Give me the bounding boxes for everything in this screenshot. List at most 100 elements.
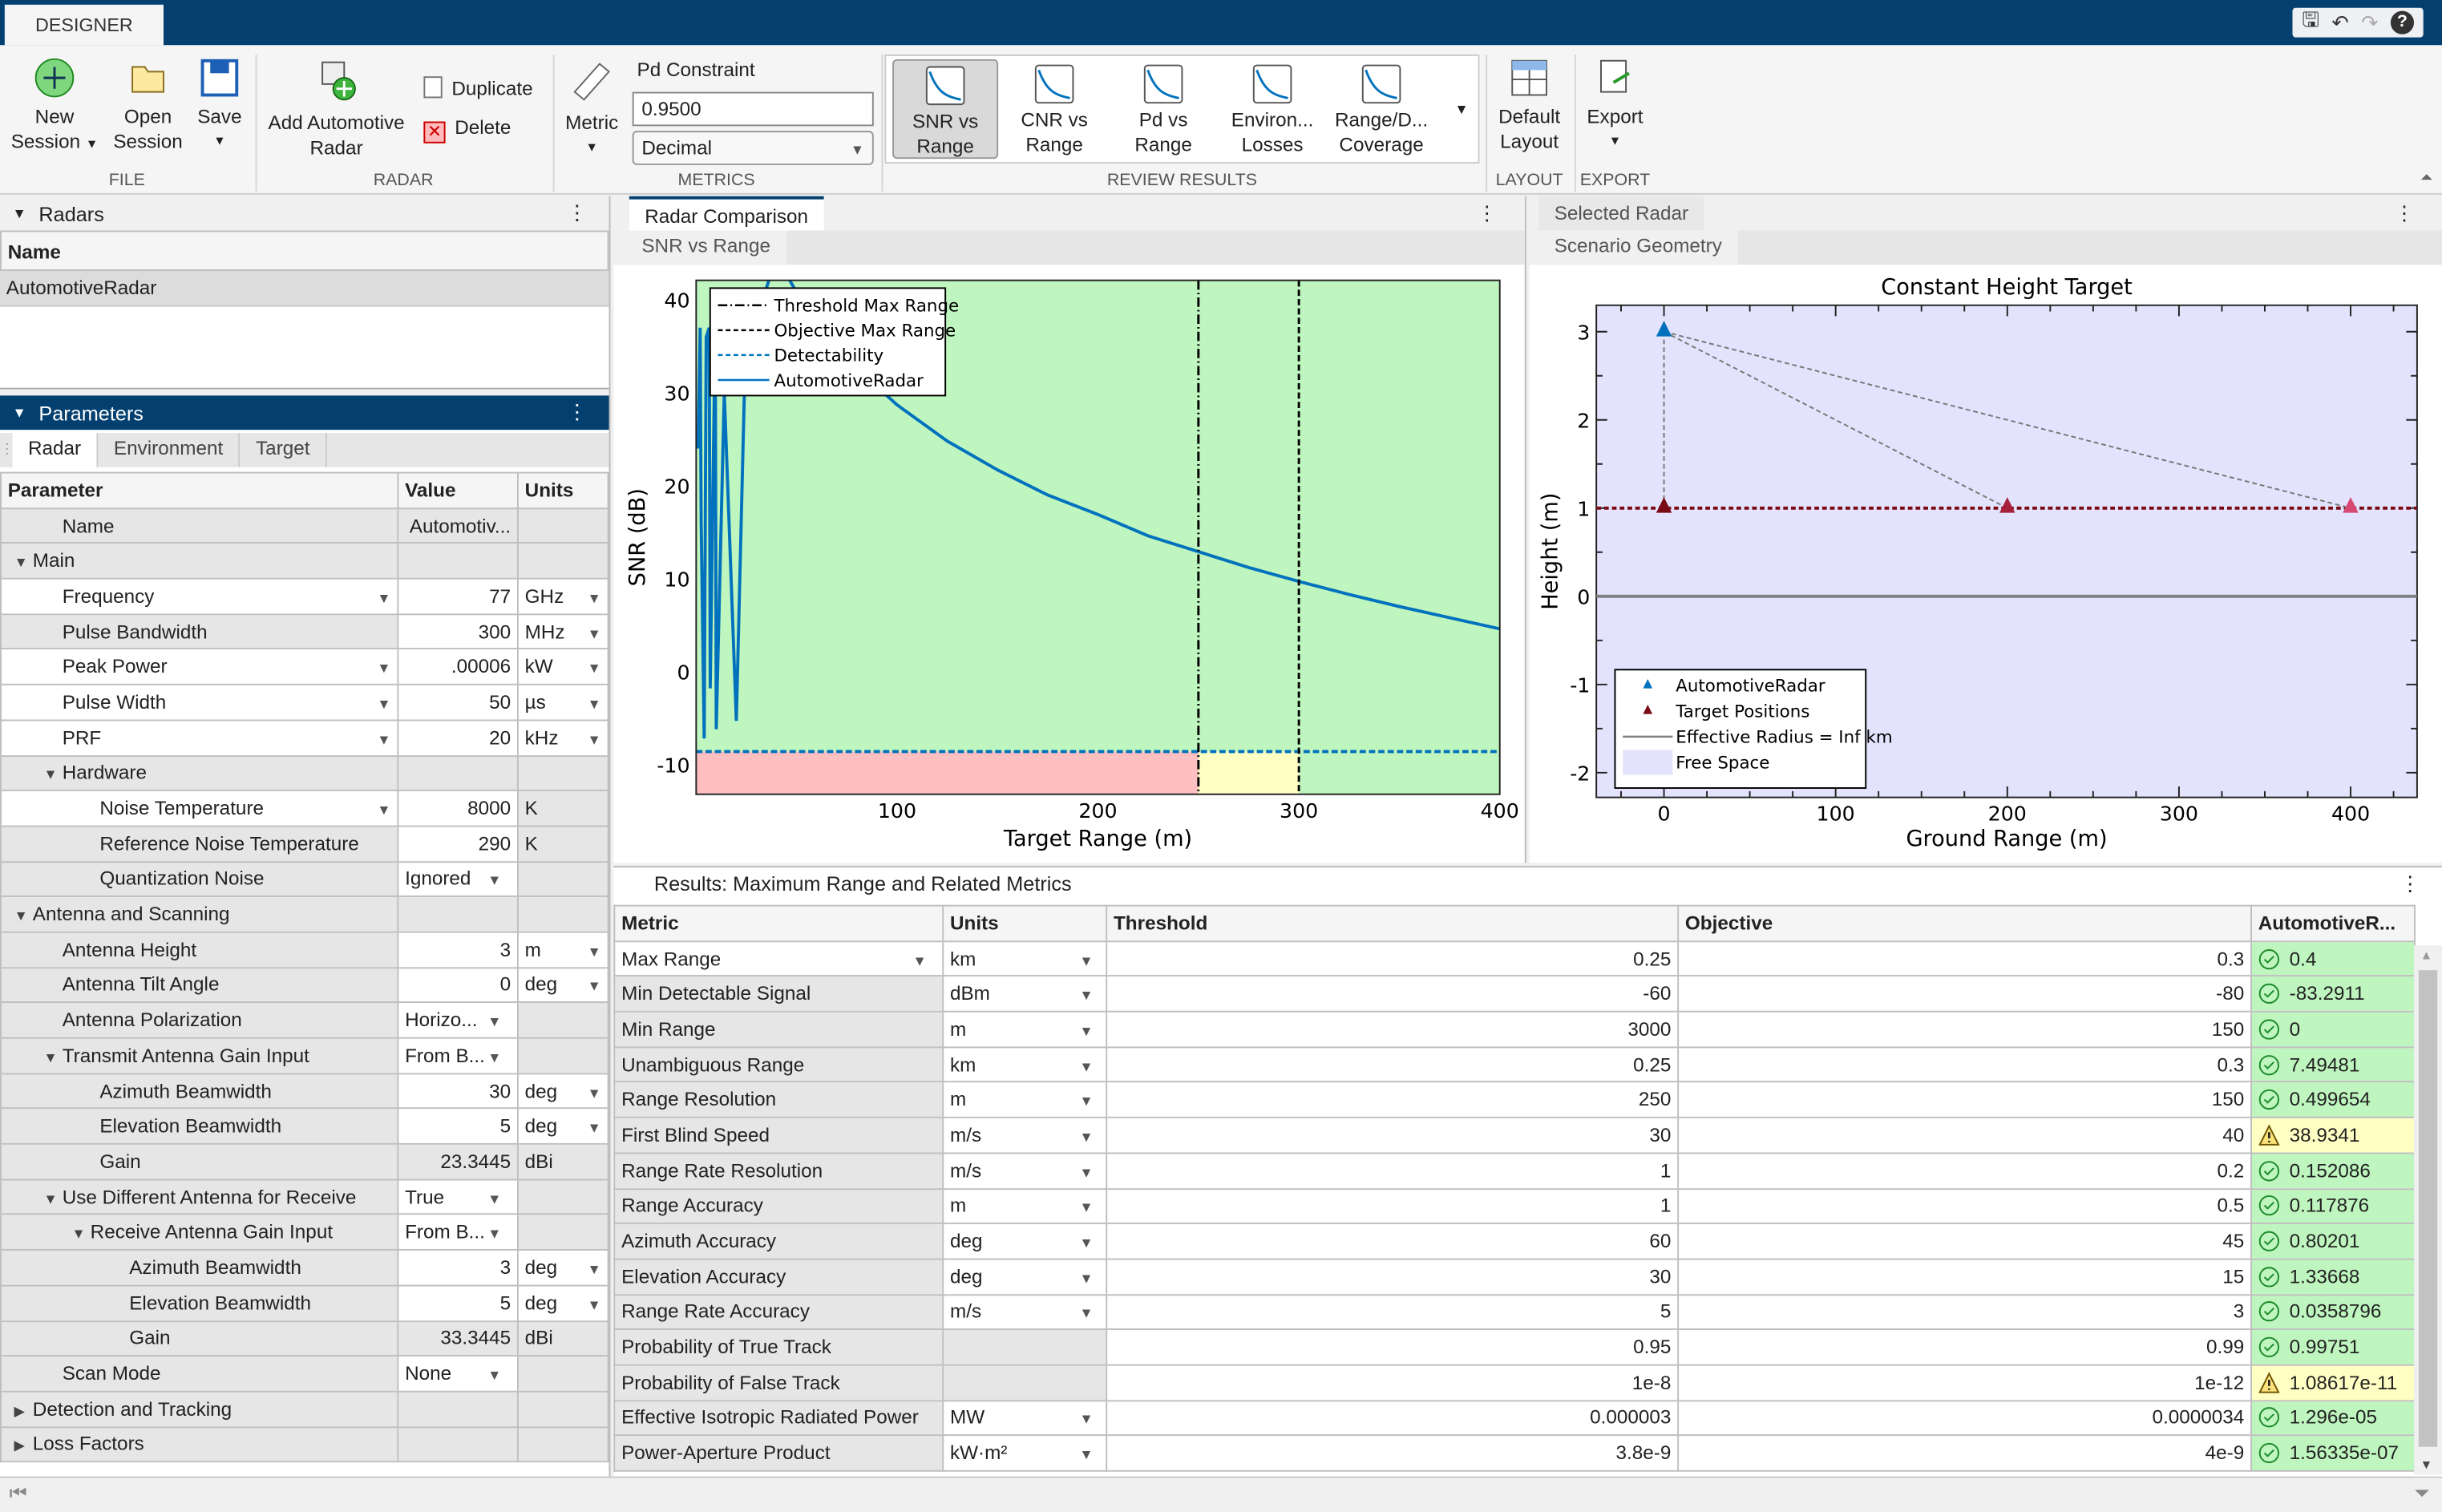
objective-cell[interactable]: 0.0000034 xyxy=(1677,1399,2252,1437)
parameter-value-cell[interactable]: 20 xyxy=(397,719,519,757)
pd-constraint-input[interactable]: 0.9500 xyxy=(632,91,874,127)
radar-list-item[interactable]: AutomotiveRadar xyxy=(0,271,609,307)
objective-cell[interactable]: 150 xyxy=(1677,1081,2252,1119)
export-button[interactable]: Export ▼ xyxy=(1579,58,1651,154)
parameter-units-cell[interactable]: deg ▼ xyxy=(516,1284,609,1322)
objective-cell[interactable]: 15 xyxy=(1677,1258,2252,1296)
parameter-units-cell[interactable]: deg ▼ xyxy=(516,1107,609,1145)
chevron-down-icon[interactable]: ▼ xyxy=(1079,1306,1093,1321)
parameter-units-cell[interactable]: MHz ▼ xyxy=(516,612,609,650)
metric-cell[interactable]: Max Range ▼ xyxy=(613,940,944,977)
parameter-value-cell[interactable]: 3 xyxy=(397,931,519,968)
units-cell[interactable]: km ▼ xyxy=(942,1045,1108,1083)
threshold-cell[interactable]: -60 xyxy=(1106,975,1680,1013)
more-options-icon[interactable]: ⋮ xyxy=(567,400,587,425)
parameter-value-cell[interactable]: Ignored ▼ xyxy=(397,860,519,898)
objective-cell[interactable]: 45 xyxy=(1677,1223,2252,1260)
parameter-name-cell[interactable]: Pulse Width ▼ xyxy=(0,684,399,722)
parameter-value-cell[interactable]: .00006 xyxy=(397,648,519,685)
gallery-expand-icon[interactable]: ▼ xyxy=(1454,101,1468,116)
parameter-name-cell[interactable]: Frequency ▼ xyxy=(0,577,399,615)
collapse-triangle-icon[interactable]: ▼ xyxy=(71,1226,90,1241)
threshold-cell[interactable]: 60 xyxy=(1106,1223,1680,1260)
tab-target[interactable]: Target xyxy=(241,433,327,467)
tab-environment[interactable]: Environment xyxy=(98,433,241,467)
parameter-units-cell[interactable]: deg ▼ xyxy=(516,1072,609,1110)
parameter-name-cell[interactable]: Peak Power ▼ xyxy=(0,648,399,685)
duplicate-button[interactable]: Duplicate xyxy=(423,76,533,101)
units-cell[interactable]: kW·m² ▼ xyxy=(942,1434,1108,1472)
tab-selected-radar[interactable]: Selected Radar xyxy=(1538,196,1704,231)
threshold-cell[interactable]: 1 xyxy=(1106,1187,1680,1225)
default-layout-button[interactable]: Default Layout xyxy=(1492,58,1567,154)
chevron-down-icon[interactable]: ▼ xyxy=(588,590,601,605)
chevron-down-icon[interactable]: ▼ xyxy=(588,979,601,994)
chevron-down-icon[interactable]: ▼ xyxy=(1079,1129,1093,1144)
threshold-cell[interactable]: 30 xyxy=(1106,1258,1680,1296)
more-options-icon[interactable]: ⋮ xyxy=(2400,872,2420,905)
parameter-name-cell[interactable]: Noise Temperature ▼ xyxy=(0,790,399,827)
expand-triangle-icon[interactable]: ▶ xyxy=(14,1438,32,1455)
chevron-down-icon[interactable]: ▼ xyxy=(588,731,601,746)
chevron-down-icon[interactable]: ▼ xyxy=(1079,1447,1093,1462)
parameter-value-cell[interactable]: 30 xyxy=(397,1072,519,1110)
threshold-cell[interactable]: 1e-8 xyxy=(1106,1364,1680,1401)
metric-button[interactable]: Metric ▼ xyxy=(560,58,623,160)
units-cell[interactable]: deg ▼ xyxy=(942,1258,1108,1296)
tab-scenario-geometry[interactable]: Scenario Geometry xyxy=(1529,230,1738,265)
parameter-value-cell[interactable]: True ▼ xyxy=(397,1178,519,1216)
parameter-name-cell[interactable]: PRF ▼ xyxy=(0,719,399,757)
chevron-down-icon[interactable]: ▼ xyxy=(1079,1164,1093,1179)
chevron-down-icon[interactable]: ▼ xyxy=(588,1120,601,1135)
units-cell[interactable]: deg ▼ xyxy=(942,1223,1108,1260)
parameter-name-cell[interactable]: ▼ Main xyxy=(0,542,399,580)
undo-icon[interactable]: ↶ xyxy=(2331,10,2348,35)
tab-snr-vs-range[interactable]: SNR vs Range xyxy=(613,230,786,265)
parameter-value-cell[interactable]: 3 xyxy=(397,1249,519,1287)
review-range-0-button[interactable]: SNR vs Range xyxy=(892,59,999,160)
parameter-units-cell[interactable]: deg ▼ xyxy=(516,966,609,1004)
parameter-units-cell[interactable]: GHz ▼ xyxy=(516,577,609,615)
collapse-triangle-icon[interactable]: ▼ xyxy=(14,555,32,570)
units-cell[interactable]: m/s ▼ xyxy=(942,1117,1108,1154)
tab-designer[interactable]: DESIGNER xyxy=(4,4,164,46)
chevron-down-icon[interactable]: ▼ xyxy=(588,944,601,959)
scroll-up-icon[interactable]: ▲ xyxy=(2420,948,2432,962)
new-session-button[interactable]: New Session ▼ xyxy=(10,58,100,157)
units-cell[interactable]: m ▼ xyxy=(942,1187,1108,1225)
chevron-down-icon[interactable]: ▼ xyxy=(588,661,601,676)
objective-cell[interactable]: 150 xyxy=(1677,1010,2252,1048)
scroll-down-icon[interactable]: ▼ xyxy=(2420,1457,2432,1471)
parameter-units-cell[interactable]: µs ▼ xyxy=(516,684,609,722)
chevron-down-icon[interactable]: ▼ xyxy=(1079,1412,1093,1427)
redo-icon[interactable]: ↷ xyxy=(2361,10,2378,35)
objective-cell[interactable]: -80 xyxy=(1677,975,2252,1013)
save-icon[interactable]: 🖫 xyxy=(2302,6,2319,40)
units-cell[interactable]: dBm ▼ xyxy=(942,975,1108,1013)
objective-cell[interactable]: 40 xyxy=(1677,1117,2252,1154)
collapse-triangle-icon[interactable]: ▼ xyxy=(43,1049,62,1065)
chevron-down-icon[interactable]: ▼ xyxy=(377,661,390,676)
parameter-value-cell[interactable]: From B... ▼ xyxy=(397,1037,519,1074)
objective-cell[interactable]: 0.5 xyxy=(1677,1187,2252,1225)
parameter-value-cell[interactable]: 8000 xyxy=(397,790,519,827)
objective-cell[interactable]: 0.99 xyxy=(1677,1328,2252,1366)
chevron-down-icon[interactable]: ▼ xyxy=(487,1014,501,1029)
threshold-cell[interactable]: 0.000003 xyxy=(1106,1399,1680,1437)
review-range-1-button[interactable]: CNR vs Range xyxy=(1001,59,1107,159)
parameter-name-cell[interactable]: ▼ Use Different Antenna for Receive xyxy=(0,1178,399,1216)
units-cell[interactable]: m ▼ xyxy=(942,1081,1108,1119)
chevron-down-icon[interactable]: ▼ xyxy=(1079,1235,1093,1251)
chevron-down-icon[interactable]: ▼ xyxy=(588,625,601,641)
objective-cell[interactable]: 0.3 xyxy=(1677,940,2252,977)
chevron-down-icon[interactable]: ▼ xyxy=(377,590,390,605)
units-cell[interactable]: m/s ▼ xyxy=(942,1152,1108,1190)
drag-handle-icon[interactable]: ⋮ xyxy=(0,433,14,467)
open-session-button[interactable]: Open Session xyxy=(109,58,187,154)
threshold-cell[interactable]: 30 xyxy=(1106,1117,1680,1154)
parameter-value-cell[interactable]: 0 xyxy=(397,966,519,1004)
chevron-down-icon[interactable]: ▼ xyxy=(1079,1199,1093,1215)
units-cell[interactable]: MW ▼ xyxy=(942,1399,1108,1437)
parameter-value-cell[interactable]: 5 xyxy=(397,1284,519,1322)
more-options-icon[interactable]: ⋮ xyxy=(567,201,587,226)
